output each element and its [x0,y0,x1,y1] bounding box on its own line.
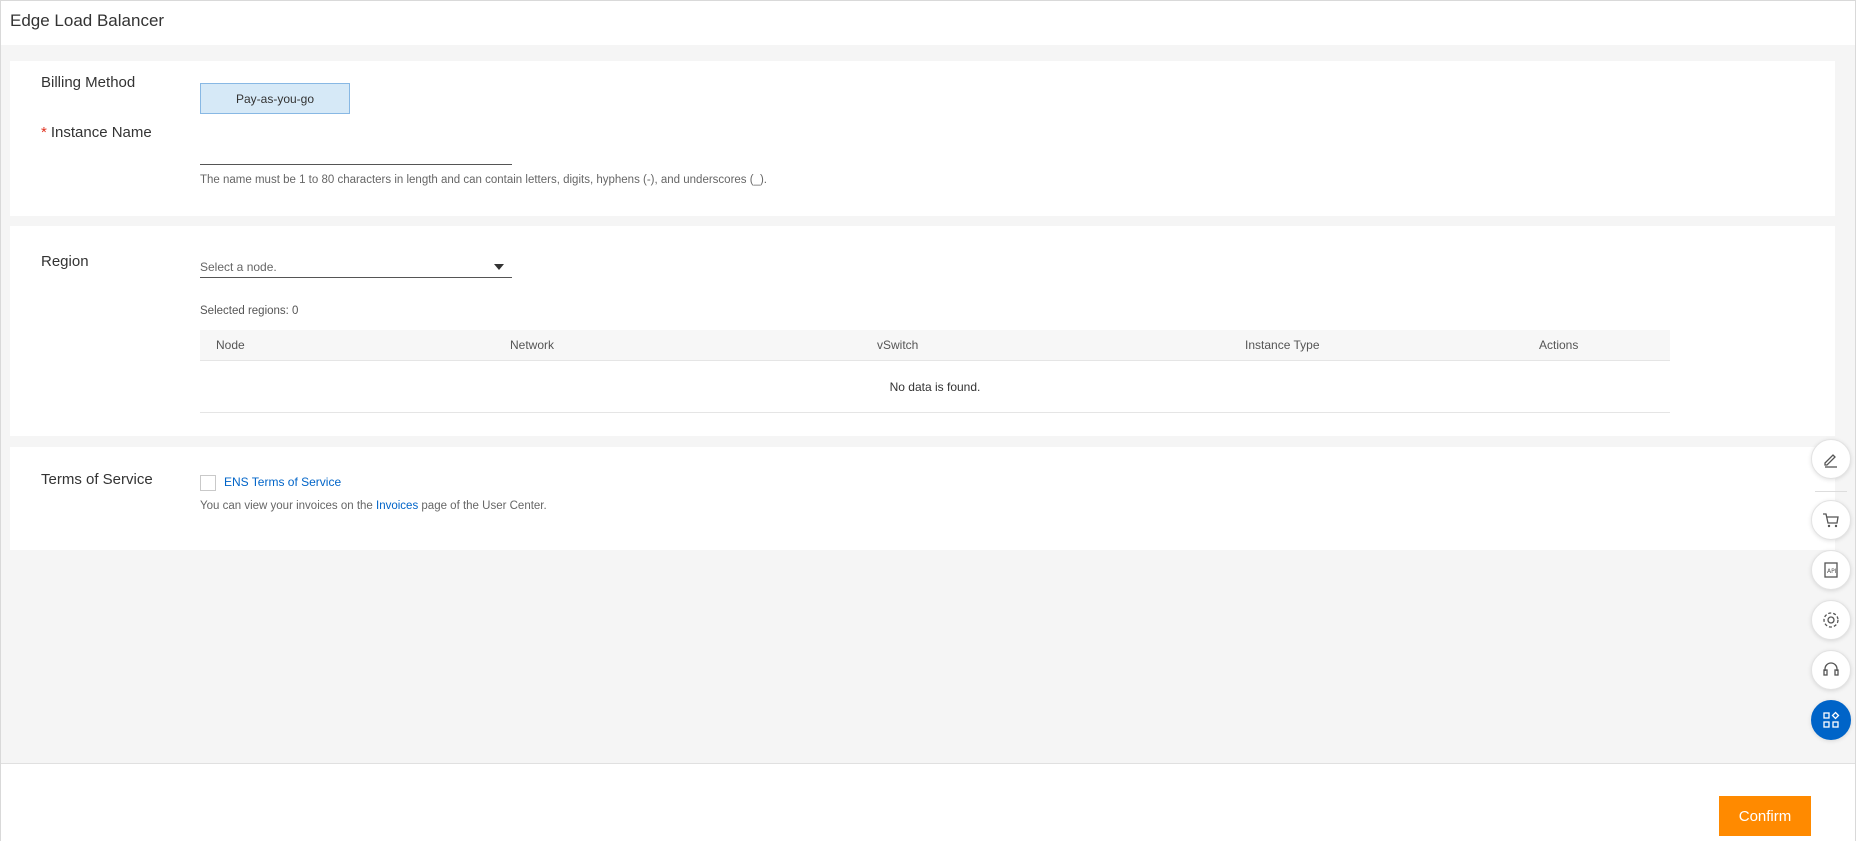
page-title: Edge Load Balancer [10,11,165,30]
region-section: Region Select a node. Selected regions: … [10,226,1835,436]
instance-name-input[interactable] [200,135,512,165]
apps-icon [1823,711,1840,728]
terms-section: Terms of Service ENS Terms of Service Yo… [10,447,1835,550]
api-button[interactable]: API [1811,550,1851,590]
svg-text:API: API [1827,568,1837,575]
required-mark: * [41,124,47,141]
confirm-button[interactable]: Confirm [1719,796,1811,836]
billing-section: Billing Method Pay-as-you-go * Instance N… [10,61,1835,216]
toolbar-divider [1815,491,1847,492]
footer-bar: Confirm [1,763,1855,841]
column-node: Node [216,338,245,352]
region-select-placeholder: Select a node. [200,259,277,274]
empty-state-text: No data is found. [889,379,981,394]
billing-method-label: Billing Method [41,74,136,91]
settings-icon [1823,612,1839,628]
terms-checkbox[interactable] [200,475,216,491]
ens-terms-link[interactable]: ENS Terms of Service [224,475,341,489]
invoices-link[interactable]: Invoices [376,500,418,512]
instance-name-label-text: Instance Name [50,124,152,141]
support-icon [1823,662,1839,676]
invoices-note-suffix: page of the User Center. [418,500,547,512]
column-network: Network [510,338,555,352]
api-icon: API [1824,562,1838,578]
instance-name-hint: The name must be 1 to 80 characters in l… [200,174,767,186]
table-header: Node Network vSwitch Instance Type Actio… [200,330,1670,361]
regions-table: Node Network vSwitch Instance Type Actio… [200,330,1670,413]
selected-regions-count: Selected regions: 0 [200,305,299,317]
settings-button[interactable] [1811,600,1851,640]
edit-icon [1824,454,1837,468]
caret-down-icon [494,263,504,270]
region-node-select[interactable]: Select a node. [200,248,512,278]
page-header: Edge Load Balancer [1,1,1855,45]
cart-icon [1823,513,1839,528]
invoices-note: You can view your invoices on the Invoic… [200,500,547,512]
column-actions: Actions [1539,338,1579,352]
support-button[interactable] [1811,650,1851,690]
edit-button[interactable] [1811,439,1851,479]
instance-name-label: * Instance Name [41,124,152,141]
apps-button[interactable] [1811,700,1851,740]
column-instance-type: Instance Type [1245,338,1320,352]
cart-button[interactable] [1811,500,1851,540]
terms-of-service-label: Terms of Service [41,471,153,488]
region-label: Region [41,253,89,270]
column-vswitch: vSwitch [877,338,919,352]
pay-as-you-go-option[interactable]: Pay-as-you-go [200,83,350,114]
table-empty-row: No data is found. [200,361,1670,413]
invoices-note-prefix: You can view your invoices on the [200,500,377,512]
